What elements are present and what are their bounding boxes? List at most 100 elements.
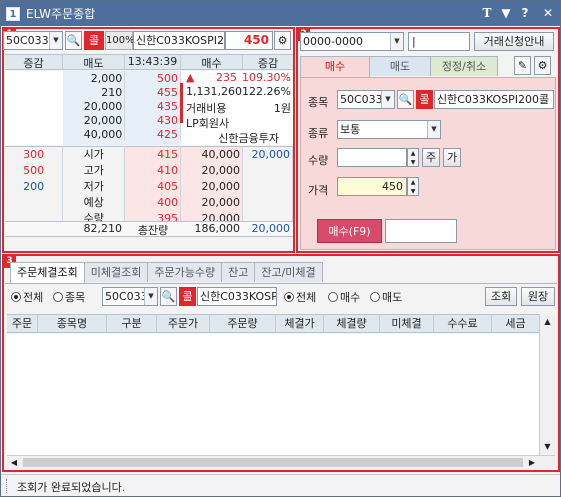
history-tabs: 주문체결조회 미체결조회 주문가능수량 잔고 잔고/미체결 — [10, 262, 323, 283]
call-tag: 콜 — [84, 31, 104, 50]
query-button[interactable]: 조회 — [485, 287, 517, 306]
change-percent: 109.30% — [242, 71, 291, 84]
col-unexec: 미체결 — [380, 315, 434, 332]
table-row[interactable]: 200 저가 405 20,000 — [5, 178, 293, 194]
history-grid-header: 주문 종목명 구분 주문가 주문량 체결가 체결량 미체결 수수료 세금 — [7, 314, 539, 333]
header-time: 13:43:39 — [125, 55, 181, 69]
gear-icon[interactable]: ⚙ — [274, 31, 291, 50]
orderbook-code-combo[interactable]: 50C033 ▼ — [3, 31, 63, 50]
current-price: 450 — [225, 31, 273, 50]
change-value: 235 — [216, 71, 237, 84]
table-row[interactable]: 2,000 500 — [63, 71, 181, 85]
status-grip — [6, 479, 8, 493]
radio-all[interactable]: 전체 — [11, 289, 43, 305]
radio-icon — [284, 292, 294, 302]
buy-message-box — [385, 219, 457, 243]
search-icon[interactable]: 🔍 — [65, 31, 82, 50]
password-input[interactable]: | — [408, 32, 470, 51]
tab-modify-cancel[interactable]: 정정/취소 — [430, 56, 498, 76]
scroll-thumb[interactable] — [23, 458, 523, 467]
table-row[interactable]: 20,000 435 — [63, 99, 181, 113]
horizontal-scrollbar[interactable]: ◀ ▶ — [7, 455, 555, 469]
chevron-down-icon[interactable]: ▼ — [390, 33, 403, 50]
history-name: 신한C033KOSPI — [197, 287, 277, 306]
radio-sell[interactable]: 매도 — [370, 289, 402, 305]
pin-icon[interactable]: ▼ — [498, 5, 514, 21]
ask-table: 2,000 500 210 455 20,000 435 20,000 430 40,0… — [63, 71, 181, 141]
scroll-right-icon[interactable]: ▶ — [525, 456, 539, 469]
history-code-combo[interactable]: 50C033 ▼ — [102, 287, 158, 306]
chevron-down-icon[interactable]: ▼ — [49, 32, 62, 49]
chevron-down-icon[interactable]: ▼ — [381, 91, 394, 108]
window-title: ELW주문종합 — [26, 7, 96, 21]
order-tabs: 매수 매도 정정/취소 — [300, 56, 498, 77]
radio-item[interactable]: 종목 — [53, 289, 85, 305]
chevron-down-icon[interactable]: ▼ — [144, 288, 157, 305]
text-mode-icon[interactable]: T — [479, 5, 495, 21]
col-tax: 세금 — [505, 317, 526, 330]
totals-row: 82,210 총잔량 186,000 20,000 — [5, 221, 293, 237]
table-row[interactable]: 500 고가 410 20,000 — [5, 162, 293, 178]
col-order: 주문 — [7, 315, 38, 332]
chevron-down-icon[interactable]: ▼ — [427, 121, 440, 138]
history-grid-body — [7, 334, 539, 455]
orderbook-name: 신한C033KOSPI20 — [133, 31, 225, 50]
sell-total: 82,210 — [83, 222, 123, 235]
close-icon[interactable]: ✕ — [540, 5, 556, 21]
qty-input[interactable] — [337, 148, 407, 167]
title-bar[interactable]: 1 ELW주문종합 T ▼ ? ✕ — [1, 1, 560, 26]
lp-value: 신한금융투자 — [218, 132, 279, 145]
qty-share-button[interactable]: 주 — [422, 148, 440, 167]
table-row[interactable]: 210 455 — [63, 85, 181, 99]
table-row[interactable]: 40,000 425 — [63, 127, 181, 141]
trade-request-guide-button[interactable]: 거래신청안내 — [474, 32, 554, 51]
radio-icon — [370, 292, 380, 302]
help-icon[interactable]: ? — [517, 5, 533, 21]
price-info-box: ▲ 235 109.30% 1,131,260 122.26% 거래비용 1원 … — [180, 71, 293, 145]
radio-buy[interactable]: 매수 — [328, 289, 360, 305]
qty-amount-button[interactable]: 가 — [443, 148, 461, 167]
tab-balance[interactable]: 잔고 — [221, 262, 256, 282]
col-name: 종목명 — [38, 315, 107, 332]
search-icon[interactable]: 🔍 — [160, 287, 177, 306]
tab-balance-unexecuted[interactable]: 잔고/미체결 — [254, 262, 323, 282]
order-type: 보통 — [340, 123, 361, 136]
scroll-down-icon[interactable]: ▼ — [540, 439, 555, 455]
fee-label: 거래비용 — [186, 102, 227, 115]
totals-label: 총잔량 — [137, 224, 169, 237]
eraser-icon[interactable]: ✎ — [514, 56, 531, 75]
ratio-badge: 100% — [105, 31, 135, 50]
col-exec-price: 체결가 — [276, 315, 324, 332]
tab-sell[interactable]: 매도 — [369, 56, 431, 76]
tab-unexecuted[interactable]: 미체결조회 — [83, 262, 149, 282]
radio-icon — [11, 292, 21, 302]
vertical-scrollbar[interactable]: ▲ ▼ — [539, 314, 555, 455]
table-row[interactable]: 300 시가 415 40,000 20,000 — [5, 146, 293, 162]
table-row[interactable]: 예상 400 20,000 — [5, 194, 293, 210]
header-diff-right: 증감 — [257, 57, 279, 70]
tab-order-execution[interactable]: 주문체결조회 — [10, 262, 85, 283]
status-text: 조회가 완료되었습니다. — [17, 481, 126, 494]
tab-buy[interactable]: 매수 — [300, 56, 370, 77]
account-number: 0000-0000 — [303, 35, 363, 48]
order-code-combo[interactable]: 50C033 ▼ — [337, 90, 395, 109]
fee-value: 1원 — [273, 102, 291, 115]
order-type-combo[interactable]: 보통 ▼ — [337, 120, 441, 139]
qty-stepper[interactable]: ▲ ▼ — [407, 148, 419, 167]
scroll-up-icon[interactable]: ▲ — [540, 314, 555, 330]
lp-label: LP회원사 — [186, 117, 230, 130]
account-combo[interactable]: 0000-0000 ▼ — [300, 32, 404, 51]
price-input[interactable]: 450 — [337, 177, 407, 196]
buy-submit-button[interactable]: 매수(F9) — [317, 219, 382, 243]
search-icon[interactable]: 🔍 — [397, 90, 414, 109]
volume-value: 1,131,260 — [186, 85, 242, 98]
scroll-left-icon[interactable]: ◀ — [7, 456, 21, 469]
tab-available-qty[interactable]: 주문가능수량 — [147, 262, 223, 282]
ledger-button[interactable]: 원장 — [521, 287, 555, 306]
qty-label: 수량 — [308, 154, 329, 167]
table-row[interactable]: 20,000 430 — [63, 113, 181, 127]
header-sell: 매도 — [63, 55, 125, 70]
radio-all-sides[interactable]: 전체 — [284, 289, 316, 305]
price-stepper[interactable]: ▲ ▼ — [407, 177, 419, 196]
gear-icon[interactable]: ⚙ — [534, 56, 551, 75]
